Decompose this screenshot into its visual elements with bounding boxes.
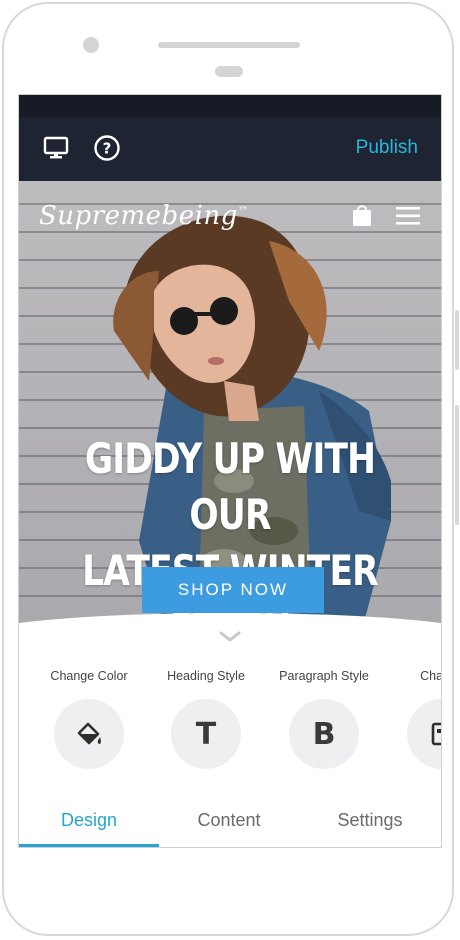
shop-now-button[interactable]: SHOP NOW	[142, 567, 324, 613]
tool-change-layout[interactable]: Change	[382, 669, 441, 769]
tool-change-color[interactable]: Change Color	[29, 669, 149, 769]
status-bar	[19, 95, 441, 117]
tool-label: Heading Style	[167, 669, 245, 683]
paint-bucket-icon[interactable]	[54, 699, 124, 769]
bold-b-icon[interactable]: B	[289, 699, 359, 769]
editor-top-bar: ? Publish	[19, 117, 441, 181]
phone-side-button	[455, 310, 459, 370]
layout-icon[interactable]	[407, 699, 441, 769]
tool-label: Change Color	[50, 669, 128, 683]
publish-button[interactable]: Publish	[356, 137, 418, 159]
hero-banner: Supremebeing™ GIDDY UP WITH OUR LATEST W…	[19, 181, 441, 641]
phone-sensor	[215, 66, 243, 77]
active-tab-indicator	[19, 844, 159, 847]
chevron-down-icon[interactable]	[219, 630, 241, 648]
app-screen: ? Publish Supremebeing™ GIDDY UP WITH OU…	[18, 94, 442, 848]
tab-design[interactable]: Design	[19, 801, 159, 847]
paragraph-glyph: B	[312, 716, 336, 752]
front-camera	[83, 37, 99, 53]
phone-volume-button	[455, 405, 459, 525]
trademark-mark: ™	[237, 204, 250, 218]
editor-tabs: Design Content Settings	[19, 801, 441, 847]
brand-logo[interactable]: Supremebeing™	[39, 201, 249, 231]
tool-heading-style[interactable]: Heading Style T	[146, 669, 266, 769]
tab-settings[interactable]: Settings	[300, 801, 440, 847]
tool-label: Paragraph Style	[279, 669, 369, 683]
design-tools-row: Change Color Heading Style T Paragraph S…	[19, 669, 441, 779]
shopping-bag-icon[interactable]	[351, 203, 373, 232]
hamburger-menu-icon[interactable]	[396, 207, 420, 230]
phone-speaker	[158, 42, 300, 48]
desktop-preview-icon[interactable]	[41, 133, 71, 163]
tool-label: Change	[420, 669, 441, 683]
help-icon[interactable]: ?	[92, 133, 122, 163]
tool-paragraph-style[interactable]: Paragraph Style B	[264, 669, 384, 769]
svg-text:?: ?	[103, 140, 112, 158]
brand-name: Supremebeing	[39, 201, 238, 231]
heading-t-icon[interactable]: T	[171, 699, 241, 769]
heading-glyph: T	[195, 716, 217, 752]
tab-content[interactable]: Content	[159, 801, 299, 847]
hero-heading-line-1: GIDDY UP WITH OUR	[84, 434, 376, 539]
